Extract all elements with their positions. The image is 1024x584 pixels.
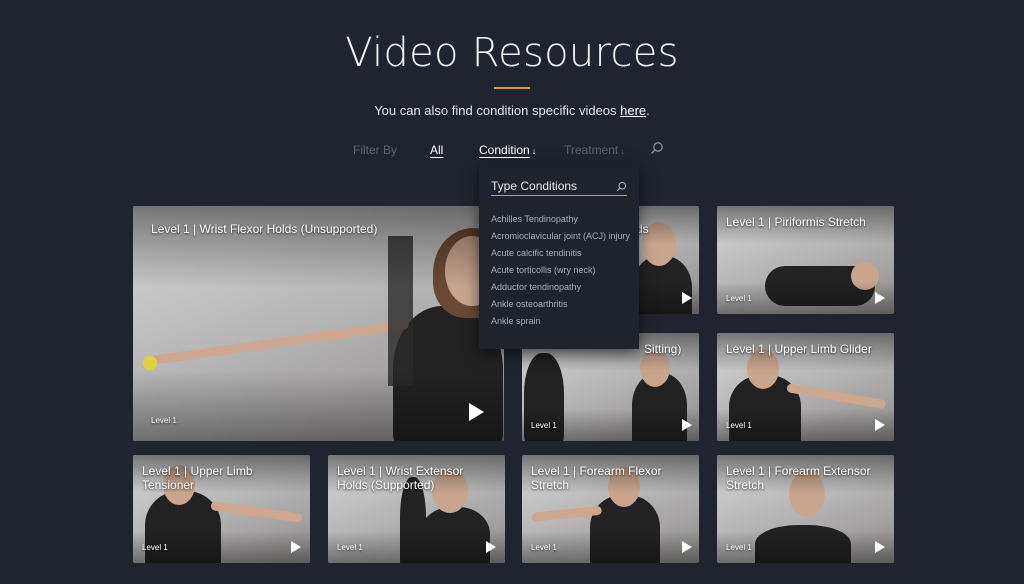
search-icon[interactable] bbox=[616, 181, 627, 192]
condition-option[interactable]: Adductor tendinopathy bbox=[491, 281, 631, 294]
condition-option[interactable]: Achilles Tendinopathy bbox=[491, 213, 631, 226]
filter-treatment[interactable]: Treatment ↓ bbox=[564, 143, 625, 157]
filter-treatment-label: Treatment bbox=[564, 143, 619, 157]
video-title: Level 1 | Upper Limb Glider bbox=[726, 342, 872, 356]
filter-condition-label: Condition bbox=[479, 143, 530, 157]
video-level: Level 1 bbox=[531, 543, 557, 552]
arrow-down-icon: ↓ bbox=[620, 146, 625, 156]
video-level: Level 1 bbox=[726, 543, 752, 552]
video-title: Sitting) bbox=[644, 342, 682, 356]
video-title: Level 1 | Piriformis Stretch bbox=[726, 215, 866, 229]
video-level: Level 1 bbox=[726, 421, 752, 430]
filter-label: Filter By bbox=[353, 143, 398, 157]
video-card[interactable]: Level 1 | Upper Limb Tensioner Level 1 bbox=[133, 455, 310, 563]
video-card[interactable]: Sitting) Level 1 bbox=[522, 333, 699, 441]
conditions-link[interactable]: here bbox=[620, 103, 646, 118]
play-icon[interactable] bbox=[291, 541, 301, 553]
subtitle-text: You can also find condition specific vid… bbox=[374, 103, 621, 118]
video-title: Level 1 | Wrist Extensor Holds (Supporte… bbox=[337, 464, 464, 492]
video-level: Level 1 bbox=[726, 294, 752, 303]
title-underline bbox=[494, 87, 530, 89]
condition-option[interactable]: Acromioclavicular joint (ACJ) injury bbox=[491, 230, 631, 243]
subtitle: You can also find condition specific vid… bbox=[0, 103, 1024, 118]
filter-condition[interactable]: Condition ↓ bbox=[479, 143, 536, 157]
video-level: Level 1 bbox=[337, 543, 363, 552]
play-icon[interactable] bbox=[875, 292, 885, 304]
video-level: Level 1 bbox=[142, 543, 168, 552]
video-level: Level 1 bbox=[531, 421, 557, 430]
play-icon[interactable] bbox=[682, 541, 692, 553]
condition-option[interactable]: Ankle sprain bbox=[491, 315, 631, 328]
search-icon[interactable] bbox=[650, 141, 664, 155]
play-icon[interactable] bbox=[469, 403, 484, 421]
video-title: Level 1 | Forearm Flexor Stretch bbox=[531, 464, 662, 492]
video-card[interactable]: Level 1 | Wrist Extensor Holds (Supporte… bbox=[328, 455, 505, 563]
condition-search-input[interactable] bbox=[491, 177, 627, 196]
filter-all[interactable]: All bbox=[430, 143, 443, 157]
play-icon[interactable] bbox=[682, 419, 692, 431]
play-icon[interactable] bbox=[875, 541, 885, 553]
video-card[interactable]: Level 1 | Forearm Flexor Stretch Level 1 bbox=[522, 455, 699, 563]
video-card[interactable]: Level 1 | Wrist Flexor Holds (Unsupporte… bbox=[133, 206, 504, 441]
play-icon[interactable] bbox=[486, 541, 496, 553]
condition-option[interactable]: Acute torticollis (wry neck) bbox=[491, 264, 631, 277]
condition-option[interactable]: Ankle osteoarthritis bbox=[491, 298, 631, 311]
video-card[interactable]: Level 1 | Forearm Extensor Stretch Level… bbox=[717, 455, 894, 563]
video-title: Level 1 | Wrist Flexor Holds (Unsupporte… bbox=[151, 222, 378, 236]
arrow-down-icon: ↓ bbox=[531, 146, 537, 156]
play-icon[interactable] bbox=[682, 292, 692, 304]
condition-option[interactable]: Acute calcific tendinitis bbox=[491, 247, 631, 260]
video-card[interactable]: Level 1 | Piriformis Stretch Level 1 bbox=[717, 206, 894, 314]
condition-list: Achilles Tendinopathy Acromioclavicular … bbox=[491, 213, 631, 332]
subtitle-end: . bbox=[646, 103, 650, 118]
video-card[interactable]: Level 1 | Upper Limb Glider Level 1 bbox=[717, 333, 894, 441]
video-title: ds bbox=[636, 222, 649, 236]
page-title: Video Resources bbox=[345, 30, 679, 76]
video-title: Level 1 | Forearm Extensor Stretch bbox=[726, 464, 871, 492]
play-icon[interactable] bbox=[875, 419, 885, 431]
condition-dropdown: Achilles Tendinopathy Acromioclavicular … bbox=[479, 165, 639, 349]
video-level: Level 1 bbox=[151, 416, 177, 425]
video-title: Level 1 | Upper Limb Tensioner bbox=[142, 464, 253, 492]
